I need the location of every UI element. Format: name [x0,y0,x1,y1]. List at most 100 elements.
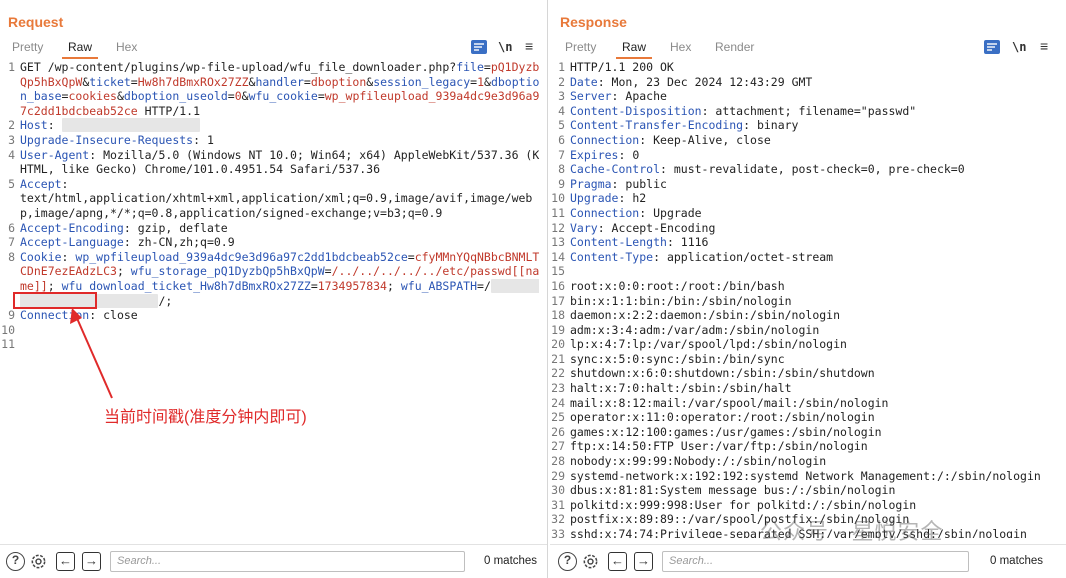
wrap-lines-icon[interactable] [984,40,1000,54]
line-content: Pragma: public [570,177,1066,192]
arrow-right-icon[interactable]: → [634,552,653,571]
request-panel: Request Pretty Raw Hex \n ≡ 1 GET /wp-con… [0,0,548,578]
newline-icon[interactable]: \n [1012,40,1028,54]
tab-render[interactable]: Render [715,40,754,54]
line-content: Accept-Language: zh-CN,zh;q=0.9 [20,235,547,250]
code-line: 30 dbus:x:81:81:System message bus:/:/sbi… [550,483,1066,498]
code-token: : 1116 [666,235,709,250]
code-token: root:x:0:0:root:/root:/bin/bash [570,278,785,293]
response-editor[interactable]: 1 HTTP/1.1 200 OK 2 Date: Mon, 23 Dec 2024 … [550,60,1066,538]
line-number: 8 [558,162,565,177]
code-line: 6 Accept-Encoding: gzip, deflate [0,221,547,236]
line-number: 12 [551,220,565,235]
line-content: daemon:x:2:2:daemon:/sbin:/sbin/nologin [570,308,1066,323]
line-number: 17 [551,293,565,308]
line-content: Upgrade: h2 [570,191,1066,206]
code-token: games:x:12:100:games:/usr/games:/sbin/no… [570,424,882,439]
code-token: dboption [310,74,367,89]
tab-pretty[interactable]: Pretty [12,40,43,54]
code-token: Pragma [570,176,612,191]
code-token: operator:x:11:0:operator:/root:/sbin/nol… [570,410,875,425]
code-token: dboption_useold [123,89,228,104]
code-token: : Apache [611,89,667,104]
code-token: : [61,249,76,264]
line-content: Content-Length: 1116 [570,235,1066,250]
line-content: Upgrade-Insecure-Requests: 1 [20,133,547,148]
code-token: : [47,118,62,133]
newline-icon[interactable]: \n [498,40,514,54]
code-line: 6 Connection: Keep-Alive, close [550,133,1066,148]
help-icon[interactable]: ? [558,552,577,571]
line-number: 29 [551,468,565,483]
line-content: lp:x:4:7:lp:/var/spool/lpd:/sbin/nologin [570,337,1066,352]
line-number: 25 [551,410,565,425]
line-number: 7 [558,147,565,162]
code-line: 7 Expires: 0 [550,148,1066,163]
line-number: 26 [551,424,565,439]
code-token: : application/octet-stream [653,249,834,264]
line-content: HTTP/1.1 200 OK [570,60,1066,75]
line-content: operator:x:11:0:operator:/root:/sbin/nol… [570,410,1066,425]
gear-icon[interactable] [29,552,48,571]
code-line: 3 Server: Apache [550,89,1066,104]
code-token: : h2 [618,191,647,206]
arrow-right-icon[interactable]: → [82,552,101,571]
line-content: Date: Mon, 23 Dec 2024 12:43:29 GMT [570,75,1066,90]
code-token: = [303,74,311,89]
wrap-lines-icon[interactable] [471,40,487,54]
gear-icon[interactable] [581,552,600,571]
hamburger-menu-icon[interactable]: ≡ [1040,39,1056,54]
line-number: 22 [551,366,565,381]
line-content: systemd-network:x:192:192:systemd Networ… [570,469,1066,484]
line-content: Content-Transfer-Encoding: binary [570,118,1066,133]
code-token: HTTP/1.1 [137,103,201,118]
code-token: ; [116,264,131,279]
code-token: Connection [570,205,640,220]
code-token: & [241,89,249,104]
help-icon[interactable]: ? [6,552,25,571]
line-content: halt:x:7:0:halt:/sbin:/sbin/halt [570,381,1066,396]
line-content: Connection: Upgrade [570,206,1066,221]
code-token: Connection [570,132,640,147]
code-token: Content-Length [570,235,667,250]
line-number: 3 [558,89,565,104]
tab-pretty[interactable]: Pretty [565,40,596,54]
hamburger-menu-icon[interactable]: ≡ [525,39,541,54]
line-content: Server: Apache [570,89,1066,104]
request-search-bar: ? ← → Search... 0 matches [0,544,547,578]
code-line: 2 Host: xxxxxxxxxxxxxxxxxxxx [0,118,547,133]
line-number: 13 [551,235,565,250]
code-line: 1 GET /wp-content/plugins/wp-file-upload/… [0,60,547,118]
code-token: : Accept-Encoding [597,220,716,235]
line-number: 9 [558,176,565,191]
code-token: Expires [570,147,619,162]
code-token: bin:x:1:1:bin:/bin:/sbin/nologin [570,293,792,308]
line-number: 30 [551,483,565,498]
watermark: 公众号 · 星悦安全 [760,519,944,544]
code-token: : 1 [193,132,214,147]
code-token: Content-Disposition [570,103,702,118]
line-number: 9 [8,308,15,323]
line-content: Content-Type: application/octet-stream [570,250,1066,265]
line-content: sync:x:5:0:sync:/sbin:/bin/sync [570,352,1066,367]
code-token: = [324,264,332,279]
code-line: 19 adm:x:3:4:adm:/var/adm:/sbin/nologin [550,323,1066,338]
tab-raw[interactable]: Raw [615,40,653,59]
code-token: Server [570,89,612,104]
tab-hex[interactable]: Hex [670,40,691,54]
response-search-input[interactable]: Search... [662,551,969,572]
code-token: : gzip, deflate [123,220,228,235]
arrow-left-icon[interactable]: ← [56,552,75,571]
code-line: 13 Content-Length: 1116 [550,235,1066,250]
line-content [570,264,1066,279]
code-token: lp:x:4:7:lp:/var/spool/lpd:/sbin/nologin [570,337,847,352]
code-line: 4 User-Agent: Mozilla/5.0 (Windows NT 10.… [0,148,547,177]
line-number: 3 [8,132,15,147]
code-token: file [456,60,484,74]
request-search-input[interactable]: Search... [110,551,465,572]
tab-hex[interactable]: Hex [116,40,137,54]
code-token: & [484,74,491,89]
line-content: Vary: Accept-Encoding [570,221,1066,236]
arrow-left-icon[interactable]: ← [608,552,627,571]
tab-raw[interactable]: Raw [61,40,99,59]
